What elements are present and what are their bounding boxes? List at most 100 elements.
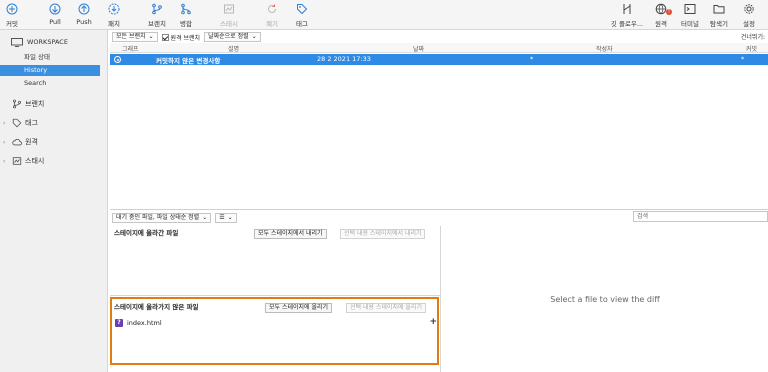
sidebar-item-label: Search: [24, 79, 47, 87]
chevron-down-icon: ⌄: [227, 213, 233, 221]
diff-empty-message: Select a file to view the diff: [550, 295, 660, 304]
row-date: 28 2 2021 17:33: [317, 55, 371, 63]
sidebar-group-label: 태그: [25, 119, 38, 127]
list-item[interactable]: ? index.html +: [115, 317, 437, 328]
staged-files-title: 스테이지에 올라간 파일: [114, 229, 179, 237]
chevron-right-icon[interactable]: ›: [3, 120, 9, 127]
commit-label: 커밋: [6, 20, 18, 28]
branch-filter-dropdown[interactable]: 모든 브랜치 ⌄: [112, 32, 158, 42]
tag-icon: [12, 118, 22, 128]
stash-icon: [12, 157, 22, 165]
workspace-header: WORKSPACE: [11, 37, 68, 47]
untracked-file-icon: ?: [115, 319, 123, 327]
stage-all-button[interactable]: 모두 스테이지에 올리기: [265, 303, 333, 313]
terminal-icon: [684, 4, 696, 14]
sort-dropdown[interactable]: 날짜순으로 정렬 ⌄: [204, 32, 261, 42]
file-search-input[interactable]: 검색: [633, 211, 768, 222]
skip-label: 건너뛰기:: [740, 34, 765, 41]
chevron-down-icon: ⌄: [251, 33, 257, 40]
merge-label: 병합: [180, 20, 192, 28]
stage-file-plus-icon[interactable]: +: [429, 317, 437, 327]
sidebar-group-branches[interactable]: 브랜치: [3, 98, 44, 110]
checkbox-checked-icon: [161, 33, 169, 41]
gitflow-label: 깃 플로우...: [610, 20, 644, 28]
sidebar-group-label: 스태시: [25, 157, 45, 165]
sidebar-item-label: History: [24, 66, 48, 74]
workspace-label: WORKSPACE: [27, 38, 68, 46]
unstage-all-button[interactable]: 모두 스테이지에서 내리기: [254, 229, 327, 239]
sidebar-item-history[interactable]: History: [0, 65, 100, 76]
unstage-selected-button[interactable]: 선택 내용 스테이지에서 내리기: [340, 229, 426, 239]
remote-branches-checkbox[interactable]: 원격 브랜치: [161, 33, 201, 42]
diff-splitter[interactable]: [440, 226, 441, 372]
merge-icon: [181, 3, 191, 15]
file-name: index.html: [127, 319, 162, 327]
settings-button[interactable]: 설정: [732, 3, 766, 29]
column-author[interactable]: 작성자: [596, 44, 613, 53]
toolbar: 커밋 Pull Push 패치 브랜치 병합 스태시 폐기 태그 깃 플로우..…: [0, 0, 768, 30]
sidebar-item-file-status[interactable]: 파일 상태: [0, 52, 100, 63]
sidebar-group-label: 원격: [25, 138, 38, 146]
discard-button[interactable]: 폐기: [255, 3, 289, 29]
tag-label: 태그: [296, 20, 308, 28]
remote-branches-label: 원격 브랜치: [170, 34, 201, 42]
cloud-icon: [12, 138, 22, 146]
stash-label: 스태시: [220, 20, 238, 28]
arrow-down-circle-icon: [49, 3, 61, 15]
push-button[interactable]: Push: [67, 3, 101, 29]
uncommitted-node-icon: [114, 56, 121, 63]
commit-table-header: 그래프 설명 날짜 작성자 커밋: [110, 43, 768, 53]
column-description[interactable]: 설명: [228, 44, 239, 53]
sidebar-item-search[interactable]: Search: [0, 78, 100, 89]
column-graph[interactable]: 그래프: [122, 44, 139, 53]
table-row[interactable]: 커밋하지 않은 변경사항 28 2 2021 17:33 * *: [110, 54, 768, 65]
tag-icon: [297, 4, 308, 15]
sidebar: WORKSPACE 파일 상태 History Search 브랜치 › 태그 …: [0, 30, 108, 372]
branch-icon: [13, 99, 21, 109]
unstaged-files-title: 스테이지에 올라가지 않은 파일: [114, 303, 199, 311]
folder-icon: [713, 5, 725, 14]
explorer-button[interactable]: 탐색기: [702, 3, 736, 29]
gitflow-icon: [623, 4, 631, 14]
view-options-dropdown[interactable]: ☰ ⌄: [215, 212, 237, 223]
fetch-label: 패치: [108, 20, 120, 28]
sidebar-group-label: 브랜치: [25, 100, 45, 108]
pane-splitter[interactable]: [110, 209, 768, 210]
chevron-down-icon: ⌄: [202, 213, 208, 221]
column-commit[interactable]: 커밋: [746, 44, 757, 53]
list-icon: ☰: [219, 213, 225, 221]
monitor-icon: [11, 37, 23, 47]
sidebar-group-tags[interactable]: › 태그: [3, 117, 38, 129]
branch-filter-value: 모든 브랜치: [116, 33, 146, 40]
file-mode-dropdown[interactable]: 대기 중인 파일, 파일 상태순 정렬 ⌄: [112, 212, 212, 223]
arrow-up-circle-icon: [78, 3, 90, 15]
row-description: 커밋하지 않은 변경사항: [156, 57, 221, 65]
row-author: *: [530, 55, 534, 63]
fetch-icon: [108, 3, 120, 15]
column-date[interactable]: 날짜: [413, 44, 424, 53]
file-mode-value: 대기 중인 파일, 파일 상태순 정렬: [116, 213, 200, 221]
discard-label: 폐기: [266, 20, 278, 28]
sidebar-group-stashes[interactable]: › 스태시: [3, 155, 44, 167]
fetch-button[interactable]: 패치: [97, 3, 131, 29]
merge-button[interactable]: 병합: [169, 3, 203, 29]
remote-alert-badge: !: [666, 9, 672, 15]
chevron-right-icon[interactable]: ›: [3, 158, 9, 165]
discard-icon: [268, 4, 276, 13]
settings-label: 설정: [743, 20, 755, 28]
chevron-right-icon[interactable]: ›: [3, 139, 9, 146]
chevron-down-icon: ⌄: [148, 33, 154, 40]
sidebar-item-label: 파일 상태: [24, 53, 50, 61]
history-filter-bar: 모든 브랜치 ⌄ 원격 브랜치 날짜순으로 정렬 ⌄ 건너뛰기:: [110, 31, 768, 43]
commit-button[interactable]: 커밋: [0, 3, 29, 29]
branch-icon: [152, 3, 162, 15]
push-label: Push: [76, 18, 92, 26]
stash-icon: [224, 4, 234, 14]
gear-icon: [744, 4, 754, 14]
plus-circle-icon: [6, 3, 18, 15]
stage-selected-button[interactable]: 선택 내용 스테이지에 올리기: [346, 303, 426, 313]
stash-button[interactable]: 스태시: [212, 3, 246, 29]
gitflow-button[interactable]: 깃 플로우...: [610, 3, 644, 29]
tag-button[interactable]: 태그: [285, 3, 319, 29]
sidebar-group-remotes[interactable]: › 원격: [3, 136, 38, 148]
